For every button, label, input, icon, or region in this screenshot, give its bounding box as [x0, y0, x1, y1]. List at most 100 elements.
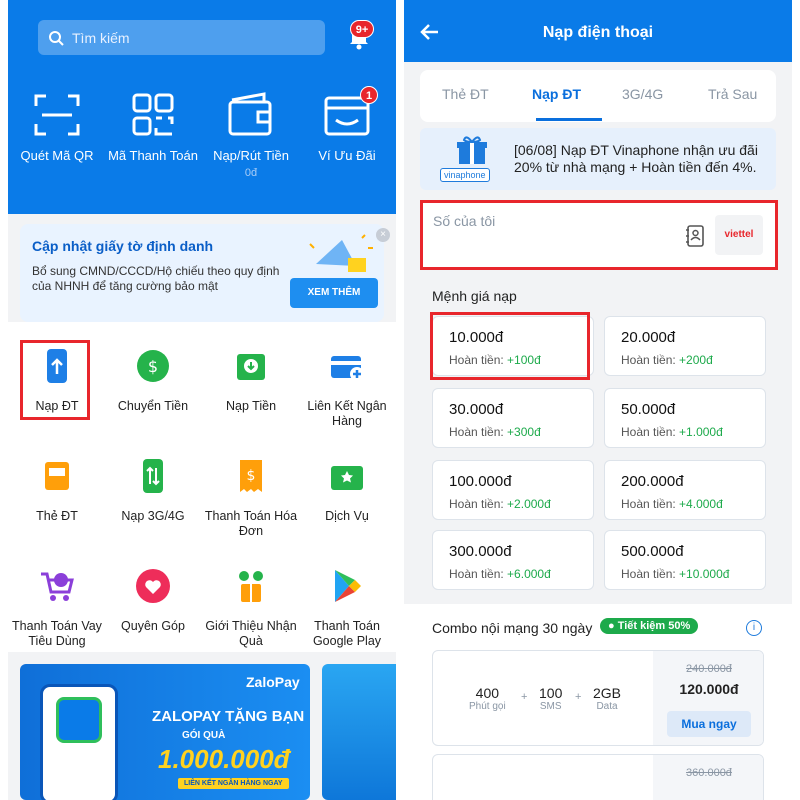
- search-input[interactable]: Tìm kiếm: [38, 20, 325, 55]
- service-label: Nạp 3G/4G: [121, 509, 185, 523]
- topup-screen: Nạp điện thoại Thẻ ĐT Nạp ĐT 3G/4G Trả S…: [404, 0, 792, 800]
- service-referral[interactable]: Giới Thiệu Nhận Quà: [203, 568, 299, 649]
- payment-code-icon[interactable]: [128, 92, 178, 138]
- denom-card-20000[interactable]: 20.000đ Hoàn tiền: +200đ: [604, 316, 766, 376]
- denom-cashback: Hoàn tiền: +2.000đ: [449, 497, 551, 511]
- phone-illustration: [40, 684, 118, 800]
- banner-logo: ZaloPay: [246, 674, 300, 690]
- quick-label-wallet: Nạp/Rút Tiền 0đ: [203, 148, 299, 181]
- cashback-value: +6.000đ: [507, 567, 551, 581]
- active-tab-indicator: [536, 118, 602, 121]
- home-header: Tìm kiếm 9+ 1 Quét Mã QR Mã Thanh Toán N…: [8, 0, 396, 214]
- combo-section: Combo nội mạng 30 ngày ● Tiết kiệm 50% i…: [404, 604, 792, 800]
- cashback-label: Hoàn tiền:: [621, 497, 676, 511]
- service-data-topup[interactable]: Nạp 3G/4G: [105, 458, 201, 524]
- service-google-play[interactable]: Thanh Toán Google Play: [299, 568, 395, 649]
- service-deposit[interactable]: Nạp Tiền: [203, 348, 299, 414]
- denom-card-30000[interactable]: 30.000đ Hoàn tiền: +300đ: [432, 388, 594, 448]
- service-label: Thẻ ĐT: [36, 509, 78, 523]
- promo-text: Bổ sung CMND/CCCD/Hộ chiếu theo quy định…: [32, 264, 280, 293]
- donate-icon: [136, 569, 170, 603]
- svg-text:$: $: [247, 468, 256, 484]
- denom-amount: 300.000đ: [449, 543, 512, 560]
- combo-card-2[interactable]: 360.000đ: [432, 754, 764, 800]
- service-bill[interactable]: $ Thanh Toán Hóa Đơn: [203, 458, 299, 539]
- denom-amount: 500.000đ: [621, 543, 684, 560]
- service-bank-link[interactable]: Liên Kết Ngân Hàng: [299, 348, 395, 429]
- banner-amount: 1.000.000đ: [158, 744, 290, 774]
- see-more-button[interactable]: XEM THÊM: [290, 278, 378, 308]
- service-loan[interactable]: Thanh Toán Vay Tiêu Dùng: [9, 568, 105, 649]
- promo-banner-next[interactable]: [322, 664, 396, 800]
- loan-icon: [41, 572, 74, 601]
- highlight-box: [20, 340, 90, 420]
- vinaphone-promo[interactable]: vinaphone [06/08] Nạp ĐT Vinaphone nhận …: [420, 128, 776, 190]
- service-label: Quyên Góp: [121, 619, 185, 633]
- denom-card-500000[interactable]: 500.000đ Hoàn tiền: +10.000đ: [604, 530, 766, 590]
- denom-amount: 20.000đ: [621, 329, 676, 346]
- quick-label-scan: Quét Mã QR: [20, 148, 94, 163]
- service-other[interactable]: Dịch Vụ: [299, 458, 395, 524]
- combo-sms: 100 SMS: [539, 685, 562, 712]
- cashback-label: Hoàn tiền:: [449, 567, 504, 581]
- promo-banner[interactable]: ZaloPay ZALOPAY TẶNG BẠN GÓI QUÀ 1.000.0…: [20, 664, 310, 800]
- notification-badge: 9+: [350, 20, 374, 38]
- denom-card-300000[interactable]: 300.000đ Hoàn tiền: +6.000đ: [432, 530, 594, 590]
- combo-data: 2GB Data: [593, 685, 621, 712]
- minutes-unit: Phút gọi: [469, 701, 506, 712]
- contacts-icon[interactable]: [685, 225, 705, 247]
- combo-minutes: 400 Phút gọi: [469, 685, 506, 712]
- promo-title: Cập nhật giấy tờ định danh: [32, 238, 214, 254]
- service-label: Liên Kết Ngân Hàng: [307, 399, 387, 428]
- cashback-value: +300đ: [507, 425, 541, 439]
- service-label: Nạp Tiền: [225, 399, 277, 413]
- service-label: Thanh Toán Google Play: [312, 619, 382, 648]
- combo-price-2: 360.000đ: [653, 755, 763, 800]
- denom-card-50000[interactable]: 50.000đ Hoàn tiền: +1.000đ: [604, 388, 766, 448]
- new-price: 120.000đ: [679, 681, 739, 697]
- home-screen: Tìm kiếm 9+ 1 Quét Mã QR Mã Thanh Toán N…: [8, 0, 396, 800]
- highlight-box: [430, 312, 590, 380]
- carrier-logo[interactable]: viettel: [715, 215, 763, 255]
- tab-phone-card[interactable]: Thẻ ĐT: [442, 86, 489, 102]
- denomination-title: Mệnh giá nạp: [432, 288, 517, 304]
- promo-text: [06/08] Nạp ĐT Vinaphone nhận ưu đãi 20%…: [514, 142, 758, 175]
- megaphone-icon: [309, 234, 373, 272]
- data-unit: Data: [596, 701, 618, 712]
- denom-card-200000[interactable]: 200.000đ Hoàn tiền: +4.000đ: [604, 460, 766, 520]
- tab-phone-topup[interactable]: Nạp ĐT: [532, 86, 581, 102]
- service-donate[interactable]: Quyên Góp: [105, 568, 201, 634]
- banner-cta: LIÊN KẾT NGÂN HÀNG NGAY: [178, 778, 289, 789]
- gift-icon: [457, 136, 487, 164]
- scan-qr-icon[interactable]: [32, 92, 82, 138]
- vinaphone-logo: vinaphone: [440, 168, 490, 182]
- savings-text: Tiết kiệm 50%: [617, 620, 691, 632]
- sms-unit: SMS: [539, 701, 562, 712]
- tab-data[interactable]: 3G/4G: [622, 86, 663, 102]
- cashback-label: Hoàn tiền:: [621, 353, 676, 367]
- cashback-value: +10.000đ: [679, 567, 730, 581]
- old-price-2: 360.000đ: [686, 767, 732, 779]
- cashback-label: Hoàn tiền:: [449, 497, 504, 511]
- phone-number-input[interactable]: Số của tôi viettel: [420, 200, 778, 270]
- cashback-label: Hoàn tiền:: [449, 425, 504, 439]
- minutes-value: 400: [475, 685, 500, 701]
- phone-card-icon: [45, 462, 69, 490]
- bill-icon: $: [240, 460, 262, 492]
- service-transfer[interactable]: $ Chuyển Tiền: [105, 348, 201, 414]
- denom-cashback: Hoàn tiền: +1.000đ: [621, 425, 723, 439]
- services-icon: [331, 466, 363, 490]
- deposit-icon: [237, 354, 265, 380]
- wallet-icon[interactable]: [226, 92, 276, 138]
- close-icon[interactable]: ×: [376, 228, 390, 242]
- denom-card-100000[interactable]: 100.000đ Hoàn tiền: +2.000đ: [432, 460, 594, 520]
- savings-badge: ● Tiết kiệm 50%: [600, 618, 699, 634]
- combo-card[interactable]: 400 Phút gọi + 100 SMS + 2GB Data 240.000đ …: [432, 650, 764, 746]
- buy-now-button[interactable]: Mua ngay: [667, 711, 751, 737]
- service-label: Dịch Vụ: [325, 509, 369, 523]
- tab-postpaid[interactable]: Trả Sau: [708, 86, 757, 102]
- info-icon[interactable]: i: [746, 620, 762, 636]
- denom-cashback: Hoàn tiền: +4.000đ: [621, 497, 723, 511]
- service-phone-card[interactable]: Thẻ ĐT: [9, 458, 105, 524]
- combo-title: Combo nội mạng 30 ngày: [432, 620, 593, 636]
